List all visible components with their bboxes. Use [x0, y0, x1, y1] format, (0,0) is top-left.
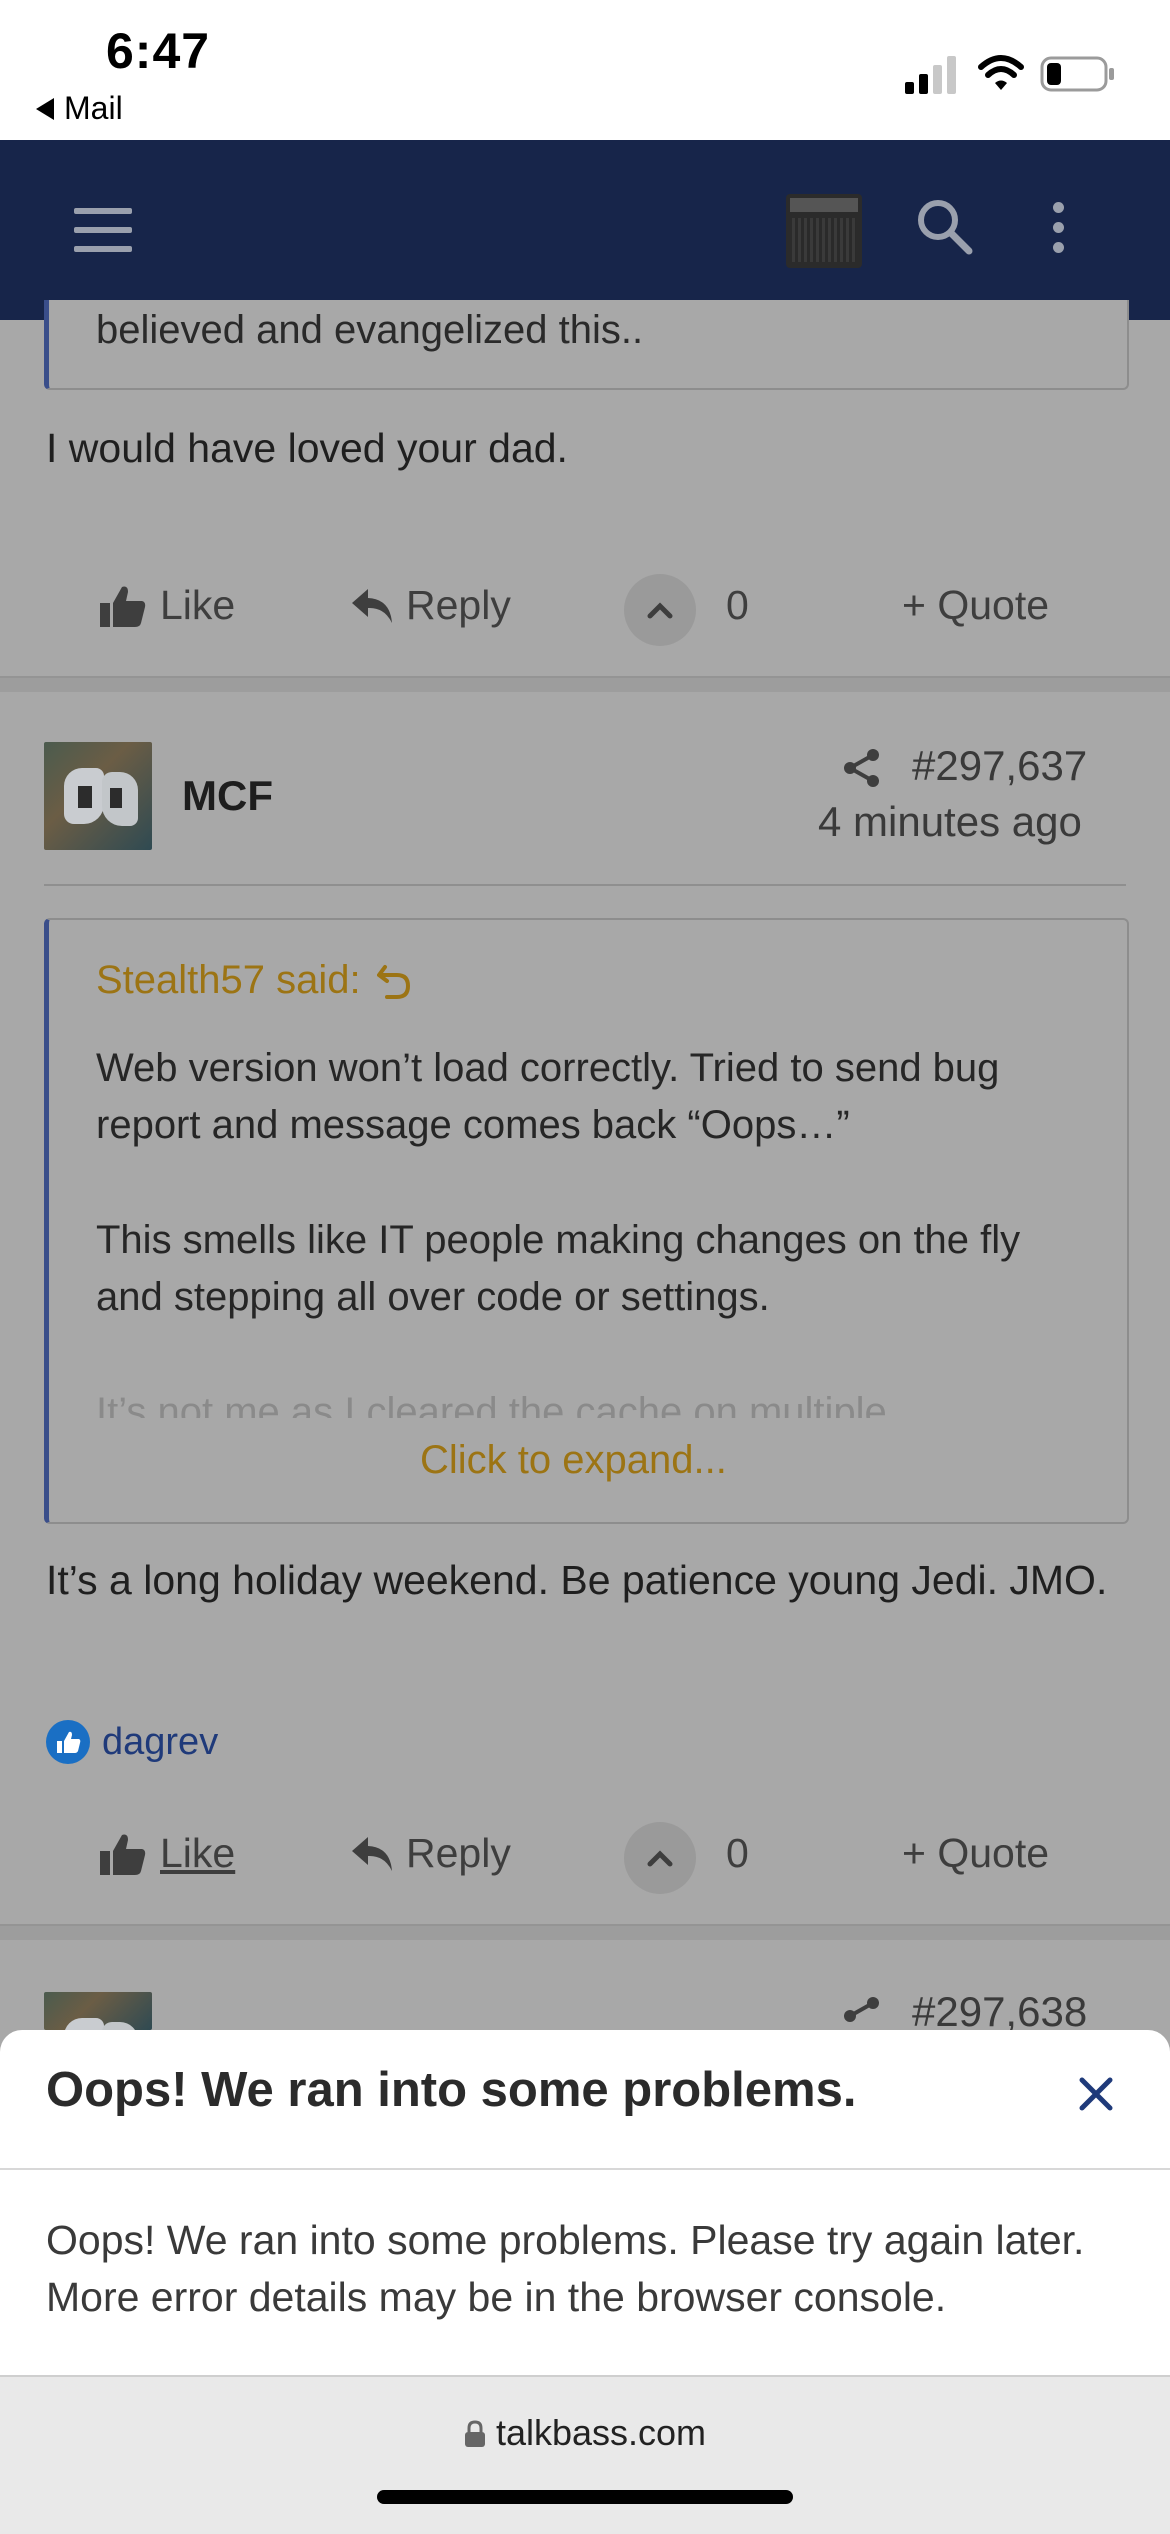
chevron-up-icon — [647, 1850, 673, 1867]
vote-count: 0 — [726, 582, 749, 628]
reply-arrow-icon — [352, 1836, 392, 1871]
home-indicator[interactable] — [377, 2490, 793, 2504]
post-actions: Like Reply 0 + Quote — [0, 1818, 1170, 1898]
post-actions: Like Reply 0 + Quote — [0, 570, 1170, 650]
post-separator — [0, 1924, 1170, 1940]
browser-address-bar — [0, 2375, 1170, 2534]
username[interactable]: MCF — [182, 772, 273, 820]
site-logo-amp-icon[interactable] — [786, 194, 862, 268]
quote-paragraph: This smells like IT people making change… — [96, 1218, 1021, 1319]
more-options-icon[interactable] — [1050, 198, 1066, 258]
close-icon[interactable] — [1074, 2072, 1118, 2116]
share-icon[interactable] — [842, 748, 882, 788]
quote-paragraph: Web version won’t load correctly. Tried … — [96, 1046, 1000, 1147]
like-label: Like — [160, 582, 236, 628]
avatar[interactable] — [44, 1992, 152, 2030]
thumbs-up-icon — [100, 1834, 146, 1875]
post-separator — [0, 676, 1170, 692]
post-number-link[interactable]: #297,638 — [912, 1988, 1087, 2030]
quote-paragraph-faded: It’s not me as I cleared the cache on mu… — [96, 1390, 887, 1418]
click-to-expand-link[interactable]: Click to expand... — [420, 1438, 727, 1483]
post-header-divider — [44, 884, 1126, 886]
post-body: It’s a long holiday weekend. Be patience… — [46, 1557, 1108, 1603]
back-arrow-icon — [36, 97, 54, 120]
post-number-link[interactable]: #297,637 — [912, 742, 1087, 790]
jump-to-quote-icon — [376, 964, 410, 999]
reply-button[interactable]: Reply — [352, 1830, 511, 1877]
lock-icon — [464, 2420, 485, 2447]
site-navbar — [0, 140, 1170, 320]
thumbs-up-icon — [100, 586, 146, 627]
upvote-button[interactable] — [624, 1822, 696, 1894]
cellular-signal-icon — [905, 56, 956, 94]
battery-icon — [1040, 56, 1114, 92]
like-button[interactable]: Like — [100, 1830, 235, 1877]
quote-text-tail: believed and evangelized this.. — [96, 308, 644, 352]
quote-button[interactable]: + Quote — [902, 582, 1049, 629]
modal-divider — [0, 2168, 1170, 2170]
vote-count: 0 — [726, 1830, 749, 1876]
search-icon[interactable] — [914, 196, 974, 256]
modal-title: Oops! We ran into some problems. — [46, 2063, 857, 2117]
modal-message: Oops! We ran into some problems. Please … — [46, 2217, 1085, 2320]
share-icon[interactable] — [842, 1996, 882, 2030]
reply-label: Reply — [406, 582, 511, 628]
back-to-mail-link[interactable]: Mail — [36, 90, 123, 127]
back-to-mail-label: Mail — [64, 90, 123, 126]
like-label: Like — [160, 1830, 236, 1876]
like-button[interactable]: Like — [100, 582, 235, 629]
quote-attribution[interactable]: Stealth57 said: — [96, 958, 411, 1003]
post-timestamp[interactable]: 4 minutes ago — [818, 798, 1082, 846]
upvote-button[interactable] — [624, 574, 696, 646]
chevron-up-icon — [647, 602, 673, 619]
url-text: talkbass.com — [495, 2412, 707, 2453]
menu-hamburger-icon[interactable] — [74, 208, 132, 252]
reply-arrow-icon — [352, 588, 392, 623]
quote-button[interactable]: + Quote — [902, 1830, 1049, 1877]
like-badge-icon — [46, 1720, 90, 1764]
liked-by-user: dagrev — [102, 1720, 219, 1763]
status-time: 6:47 — [106, 23, 211, 79]
reply-label: Reply — [406, 1830, 511, 1876]
wifi-icon — [978, 55, 1024, 90]
reply-button[interactable]: Reply — [352, 582, 511, 629]
quote-attribution-label: Stealth57 said: — [96, 958, 361, 1002]
reaction-summary[interactable]: dagrev — [46, 1720, 218, 1764]
post-body: I would have loved your dad. — [46, 425, 568, 471]
avatar[interactable] — [44, 742, 152, 850]
address-field[interactable]: talkbass.com — [0, 2412, 1170, 2454]
